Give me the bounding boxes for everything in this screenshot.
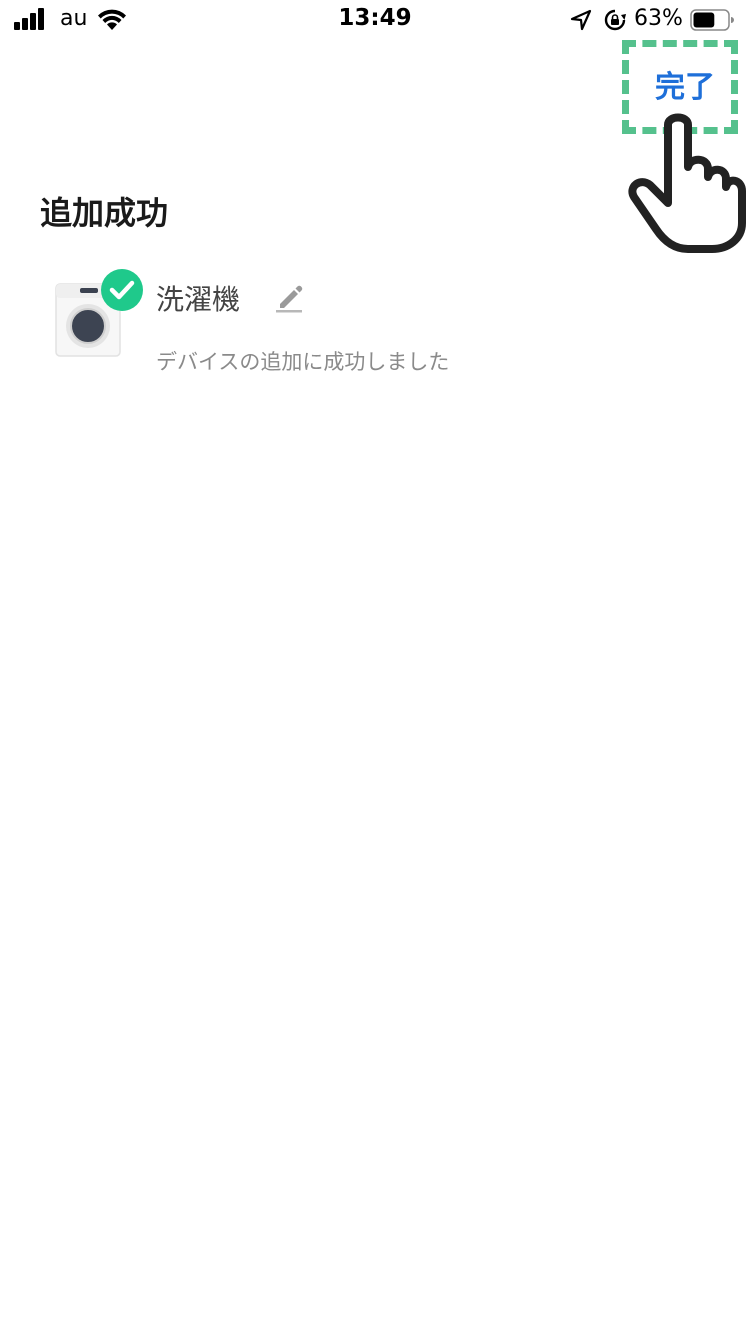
device-list-item: 洗濯機 デバイスの追加に成功しました bbox=[50, 268, 710, 388]
location-arrow-icon bbox=[570, 9, 592, 31]
pencil-icon[interactable] bbox=[272, 280, 306, 314]
battery-icon bbox=[690, 9, 734, 31]
check-circle-icon bbox=[101, 269, 143, 311]
done-button[interactable]: 完了 bbox=[630, 62, 740, 106]
device-name: 洗濯機 bbox=[156, 283, 241, 316]
battery-percent: 63% bbox=[634, 6, 683, 31]
rotation-lock-icon bbox=[604, 9, 626, 31]
pointing-hand-icon bbox=[628, 113, 746, 253]
status-bar: au 13:49 63% bbox=[0, 0, 750, 40]
device-status-text: デバイスの追加に成功しました bbox=[156, 350, 450, 374]
page-title: 追加成功 bbox=[40, 194, 169, 232]
